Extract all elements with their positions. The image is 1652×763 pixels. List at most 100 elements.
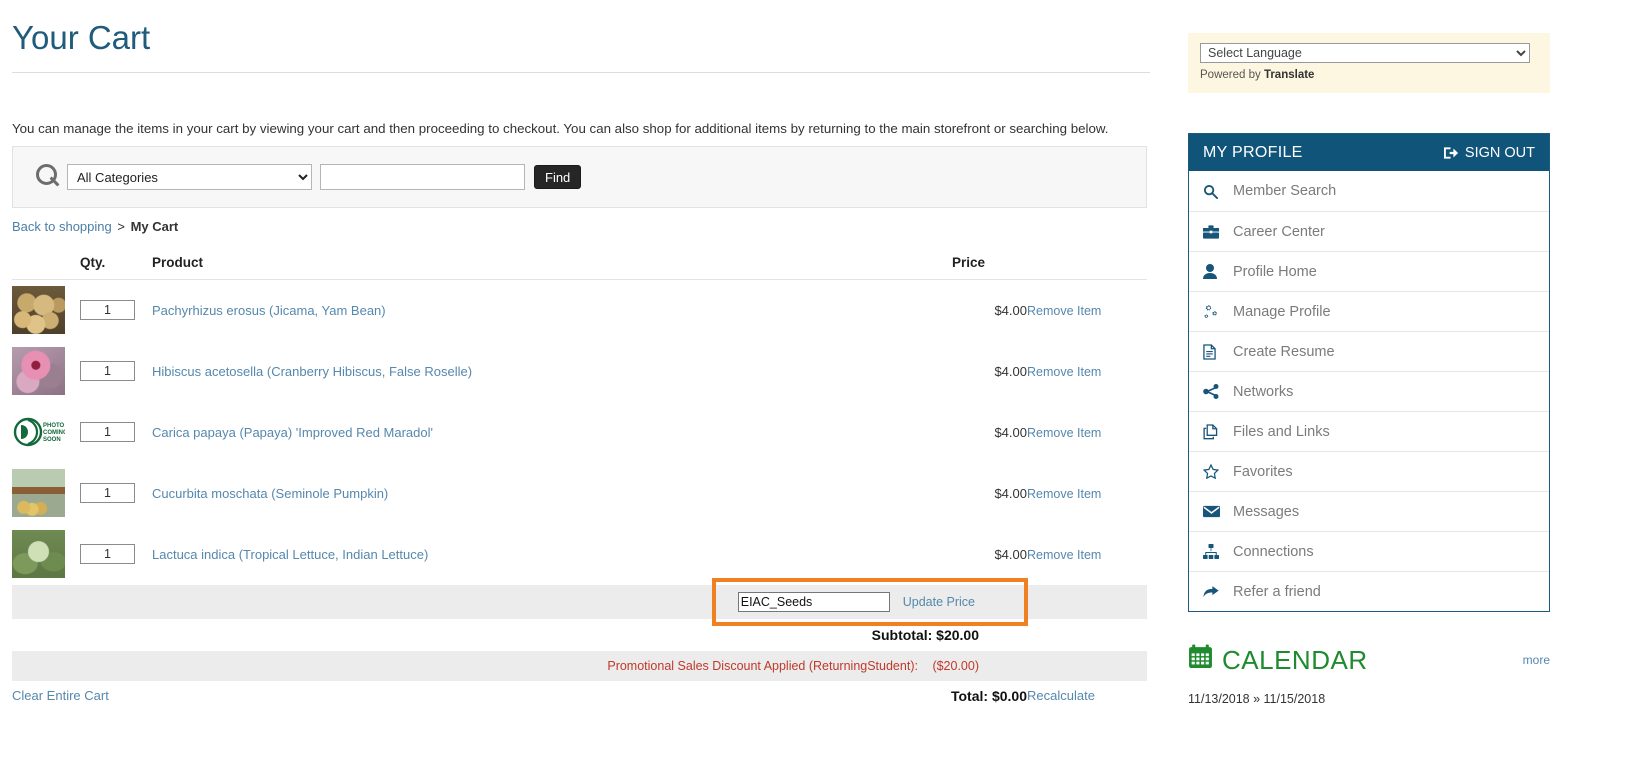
storefront-search-panel: All Categories Find	[12, 146, 1147, 208]
search-input[interactable]	[320, 164, 525, 190]
column-header-price: Price	[857, 255, 1027, 280]
share-icon	[1203, 384, 1229, 399]
calendar-more-link[interactable]: more	[1523, 653, 1550, 667]
table-row: Hibiscus acetosella (Cranberry Hibiscus,…	[12, 341, 1147, 402]
product-thumbnail-lettuce[interactable]	[12, 530, 80, 578]
my-profile-card: MY PROFILE SIGN OUT Member Search Career …	[1188, 133, 1550, 612]
sidebar-item-label: Favorites	[1233, 464, 1293, 480]
sidebar-item-label: Manage Profile	[1233, 304, 1331, 320]
product-thumbnail-hibiscus[interactable]	[12, 347, 80, 395]
table-row: Lactuca indica (Tropical Lettuce, Indian…	[12, 524, 1147, 585]
cell-qty	[80, 463, 152, 524]
sign-out-label: SIGN OUT	[1465, 145, 1535, 161]
sidebar-item-create-resume[interactable]: Create Resume	[1189, 331, 1549, 371]
find-button[interactable]: Find	[534, 165, 581, 189]
sidebar-item-manage-profile[interactable]: Manage Profile	[1189, 291, 1549, 331]
remove-item-link[interactable]: Remove Item	[1027, 487, 1101, 501]
sign-out-button[interactable]: SIGN OUT	[1444, 145, 1535, 161]
sidebar-item-networks[interactable]: Networks	[1189, 371, 1549, 411]
briefcase-icon	[1203, 225, 1229, 239]
my-profile-header: MY PROFILE SIGN OUT	[1189, 134, 1549, 171]
calendar-title: CALENDAR	[1222, 645, 1368, 676]
cell-price: $4.00	[857, 463, 1027, 524]
subtotal-label: Subtotal:	[872, 627, 933, 643]
cell-price: $4.00	[857, 402, 1027, 463]
breadcrumb: Back to shopping > My Cart	[12, 219, 1180, 235]
quantity-input[interactable]	[80, 483, 135, 503]
product-image	[12, 347, 65, 395]
breadcrumb-separator: >	[117, 219, 125, 234]
quantity-input[interactable]	[80, 361, 135, 381]
language-select[interactable]: Select Language	[1200, 43, 1530, 63]
page-root: Your Cart You can manage the items in yo…	[0, 0, 1652, 763]
calendar-title-group: CALENDAR	[1188, 644, 1368, 676]
sidebar-item-label: Create Resume	[1233, 344, 1335, 360]
recalculate-link[interactable]: Recalculate	[1027, 688, 1095, 703]
clear-entire-cart-link[interactable]: Clear Entire Cart	[12, 688, 109, 703]
cell-product: Carica papaya (Papaya) 'Improved Red Mar…	[152, 402, 857, 463]
sidebar-item-favorites[interactable]: Favorites	[1189, 451, 1549, 491]
cart-intro-text: You can manage the items in your cart by…	[12, 121, 1180, 137]
table-row: PHOTOCOMINGSOON Carica papaya (Papaya) 'I…	[12, 402, 1147, 463]
svg-text:PHOTO: PHOTO	[43, 423, 65, 429]
sidebar-item-label: Career Center	[1233, 224, 1325, 240]
discount-row: Promotional Sales Discount Applied (Retu…	[12, 651, 1147, 681]
table-row: Cucurbita moschata (Seminole Pumpkin) $4.…	[12, 463, 1147, 524]
sidebar-item-refer-a-friend[interactable]: Refer a friend	[1189, 571, 1549, 611]
column-header-remove	[1027, 255, 1147, 280]
remove-item-link[interactable]: Remove Item	[1027, 304, 1101, 318]
breadcrumb-back-to-shopping[interactable]: Back to shopping	[12, 219, 112, 234]
column-header-thumbnail	[12, 255, 80, 280]
sidebar-item-label: Profile Home	[1233, 264, 1317, 280]
cell-price: $4.00	[857, 524, 1027, 585]
product-name-link[interactable]: Hibiscus acetosella (Cranberry Hibiscus,…	[152, 364, 472, 379]
product-name-link[interactable]: Lactuca indica (Tropical Lettuce, Indian…	[152, 547, 428, 562]
sidebar-item-files-and-links[interactable]: Files and Links	[1189, 411, 1549, 451]
sidebar-item-connections[interactable]: Connections	[1189, 531, 1549, 571]
cart-body: Pachyrhizus erosus (Jicama, Yam Bean) $4.…	[12, 280, 1147, 585]
my-profile-title: MY PROFILE	[1203, 144, 1303, 162]
breadcrumb-current: My Cart	[131, 219, 179, 234]
sidebar-item-profile-home[interactable]: Profile Home	[1189, 251, 1549, 291]
sidebar-item-messages[interactable]: Messages	[1189, 491, 1549, 531]
remove-item-link[interactable]: Remove Item	[1027, 426, 1101, 440]
cell-thumbnail	[12, 524, 80, 585]
total-label: Total:	[951, 688, 988, 704]
total-row: Clear Entire Cart Total: $0.00 Recalcula…	[12, 681, 1147, 711]
product-name-link[interactable]: Cucurbita moschata (Seminole Pumpkin)	[152, 486, 388, 501]
total-value: $0.00	[992, 688, 1027, 704]
sitemap-icon	[1203, 544, 1229, 559]
quantity-input[interactable]	[80, 300, 135, 320]
cell-thumbnail	[12, 341, 80, 402]
update-price-link[interactable]: Update Price	[903, 595, 975, 609]
remove-item-link[interactable]: Remove Item	[1027, 365, 1101, 379]
promo-code-input[interactable]	[738, 592, 890, 612]
document-icon	[1203, 344, 1229, 360]
product-thumbnail-photo-coming-soon[interactable]: PHOTOCOMINGSOON	[12, 408, 80, 456]
product-thumbnail-pumpkin[interactable]	[12, 469, 80, 517]
category-select[interactable]: All Categories	[67, 164, 312, 190]
remove-item-link[interactable]: Remove Item	[1027, 548, 1101, 562]
subtotal-row: Subtotal: $20.00	[12, 619, 1147, 651]
subtotal-value: $20.00	[936, 627, 979, 643]
svg-text:SOON: SOON	[43, 437, 61, 443]
cart-table: Qty. Product Price Pachyrhizus erosus (J…	[12, 255, 1147, 711]
product-image	[12, 469, 65, 517]
cell-price: $4.00	[857, 341, 1027, 402]
sidebar-item-career-center[interactable]: Career Center	[1189, 211, 1549, 251]
cell-remove: Remove Item	[1027, 280, 1147, 341]
sidebar-item-member-search[interactable]: Member Search	[1189, 171, 1549, 211]
sidebar-item-label: Messages	[1233, 504, 1299, 520]
product-image	[12, 286, 65, 334]
product-thumbnail-jicama[interactable]	[12, 286, 80, 334]
cell-thumbnail	[12, 280, 80, 341]
cell-thumbnail	[12, 463, 80, 524]
quantity-input[interactable]	[80, 422, 135, 442]
cell-thumbnail: PHOTOCOMINGSOON	[12, 402, 80, 463]
cell-product: Hibiscus acetosella (Cranberry Hibiscus,…	[152, 341, 857, 402]
product-name-link[interactable]: Carica papaya (Papaya) 'Improved Red Mar…	[152, 425, 433, 440]
discount-value: ($20.00)	[932, 659, 979, 673]
quantity-input[interactable]	[80, 544, 135, 564]
cell-product: Cucurbita moschata (Seminole Pumpkin)	[152, 463, 857, 524]
product-name-link[interactable]: Pachyrhizus erosus (Jicama, Yam Bean)	[152, 303, 386, 318]
